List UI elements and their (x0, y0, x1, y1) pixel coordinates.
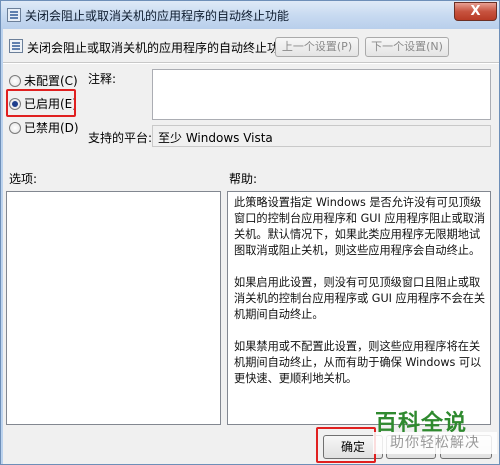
policy-setting-icon (9, 39, 23, 53)
help-paragraph: 如果禁用或不配置此设置，则这些应用程序将在关机期间自动终止，从而有助于确保 Wi… (234, 340, 482, 385)
help-paragraph: 此策略设置指定 Windows 是否允许没有可见顶级窗口的控制台应用程序和 GU… (234, 196, 486, 257)
setting-name: 关闭会阻止或取消关机的应用程序的自动终止功能 (27, 41, 292, 55)
radio-disabled-label: 已禁用(D) (24, 121, 79, 135)
platform-label: 支持的平台: (88, 131, 153, 145)
help-label: 帮助: (229, 172, 258, 186)
radio-not-configured-label: 未配置(C) (24, 74, 78, 88)
comment-textarea[interactable] (152, 69, 491, 120)
radio-disabled-circle[interactable] (9, 122, 21, 134)
next-setting-button[interactable]: 下一个设置(N) (365, 37, 449, 57)
close-icon: X (470, 4, 481, 19)
supported-platform-field: 至少 Windows Vista (152, 125, 491, 147)
ok-highlight-box (316, 427, 376, 463)
policy-setting-window: 关闭会阻止或取消关机的应用程序的自动终止功能 X 关闭会阻止或取消关机的应用程序… (0, 0, 500, 465)
options-pane (6, 191, 221, 425)
radio-not-configured-circle[interactable] (9, 75, 21, 87)
enabled-highlight-box (6, 89, 76, 117)
close-button[interactable]: X (454, 2, 497, 21)
options-label: 选项: (9, 172, 38, 186)
previous-setting-button[interactable]: 上一个设置(P) (275, 37, 359, 57)
window-title: 关闭会阻止或取消关机的应用程序的自动终止功能 (25, 9, 290, 23)
watermark-logo: 百科全说 助你轻松解决 (373, 405, 497, 457)
radio-disabled[interactable]: 已禁用(D) (9, 120, 79, 138)
dialog-body: 关闭会阻止或取消关机的应用程序的自动终止功能 上一个设置(P) 下一个设置(N)… (3, 29, 499, 464)
comment-label: 注释: (88, 72, 117, 86)
help-pane[interactable]: 此策略设置指定 Windows 是否允许没有可见顶级窗口的控制台应用程序和 GU… (227, 191, 491, 425)
title-bar[interactable]: 关闭会阻止或取消关机的应用程序的自动终止功能 X (1, 1, 499, 29)
header-divider (3, 62, 499, 64)
watermark-slogan: 助你轻松解决 (373, 432, 497, 454)
policy-icon (7, 8, 21, 22)
help-paragraph: 如果启用此设置，则没有可见顶级窗口且阻止或取消关机的控制台应用程序或 GUI 应… (234, 276, 486, 321)
